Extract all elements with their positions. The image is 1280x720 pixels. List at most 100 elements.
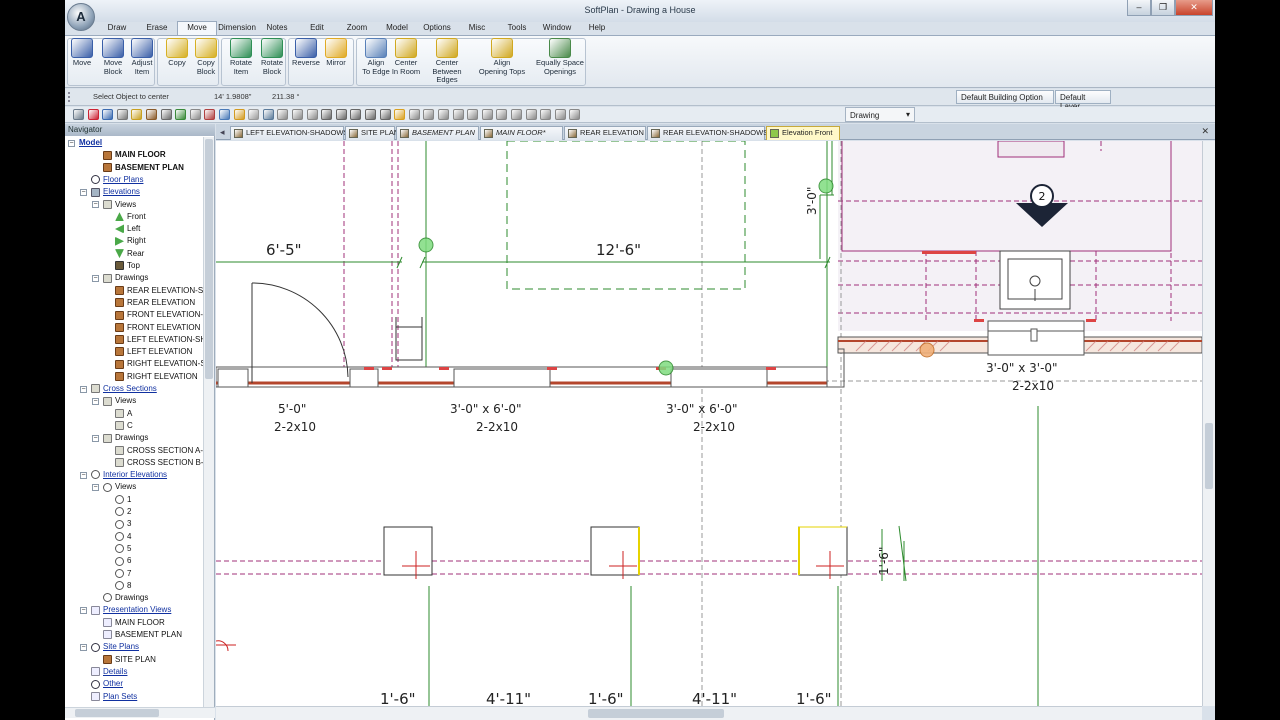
toolbar-tool-icon[interactable] — [496, 109, 508, 120]
tree-item-2[interactable]: 2 — [115, 506, 131, 518]
toolbar-tool-icon[interactable] — [277, 109, 289, 120]
tree-item-8[interactable]: 8 — [115, 580, 131, 592]
tree-expander-icon[interactable]: − — [80, 606, 87, 614]
tree-item-site-plan[interactable]: SITE PLAN — [103, 654, 156, 666]
dim-bottom-5[interactable]: 1'-6" — [796, 690, 832, 706]
toolbar-tool-icon[interactable] — [408, 109, 420, 120]
tree-item-front[interactable]: Front — [115, 211, 146, 223]
tree-item-basement-plan[interactable]: BASEMENT PLAN — [103, 629, 182, 641]
dim-3-0[interactable]: 3'-0" — [805, 187, 819, 215]
toolbar-tool-icon[interactable] — [438, 109, 449, 120]
maximize-button[interactable]: ❐ — [1151, 0, 1175, 16]
view-select[interactable]: Drawing ▾ — [845, 107, 915, 122]
tree-item-elevations[interactable]: Elevations — [91, 186, 140, 198]
drawing-tab-main-floor-[interactable]: MAIN FLOOR* — [480, 126, 563, 140]
drawing-canvas[interactable]: 2 6'-5" 12'-6" 3'-0" 5'-0" 2-2x10 3'-0" … — [216, 141, 1202, 706]
toolbar-tool-icon[interactable] — [87, 109, 99, 120]
tree-item-rear-elevation-sha[interactable]: REAR ELEVATION-SHA — [115, 285, 203, 297]
dim-3-0x6-0-a[interactable]: 3'-0" x 6'-0" — [450, 402, 522, 416]
tree-item-4[interactable]: 4 — [115, 531, 131, 543]
toolbar-tool-icon[interactable] — [350, 109, 362, 120]
tree-item-c[interactable]: C — [115, 420, 133, 432]
toolbar-tool-icon[interactable] — [292, 109, 303, 120]
tree-item-site-plans[interactable]: Site Plans — [91, 641, 139, 653]
toolbar-tool-icon[interactable] — [379, 109, 391, 120]
tree-item-main-floor[interactable]: MAIN FLOOR — [103, 617, 165, 629]
tree-item-basement-plan[interactable]: BASEMENT PLAN — [103, 162, 184, 174]
tree-expander-icon[interactable]: − — [80, 188, 87, 196]
canvas-horizontal-scrollbar[interactable] — [216, 706, 1202, 720]
toolbar-tool-icon[interactable] — [189, 109, 201, 120]
tree-item-main-floor[interactable]: MAIN FLOOR — [103, 149, 166, 161]
toolbar-tool-icon[interactable] — [554, 109, 566, 120]
minimize-button[interactable]: – — [1127, 0, 1151, 16]
toolbar-tool-icon[interactable] — [175, 109, 187, 120]
menu-tab-help[interactable]: Help — [577, 22, 617, 35]
ribbon-button-copy[interactable]: Copy — [162, 38, 192, 68]
toolbar-tool-icon[interactable] — [365, 109, 376, 120]
menu-tab-draw[interactable]: Draw — [97, 22, 137, 35]
tree-expander-icon[interactable]: − — [80, 643, 87, 651]
dim-3-0x3-0[interactable]: 3'-0" x 3'-0" — [986, 361, 1058, 375]
tree-item-6[interactable]: 6 — [115, 555, 131, 567]
layer-select[interactable]: Default Layer — [1055, 90, 1111, 111]
tree-item-details[interactable]: Details — [91, 666, 127, 678]
tree-expander-icon[interactable]: − — [92, 434, 99, 442]
toolbar-tool-icon[interactable] — [423, 109, 435, 120]
tree-item-views[interactable]: Views — [103, 481, 136, 493]
tree-item-7[interactable]: 7 — [115, 568, 131, 580]
dim-3-0x6-0-b[interactable]: 3'-0" x 6'-0" — [666, 402, 738, 416]
tab-scroll-left-icon[interactable]: ◂ — [220, 127, 225, 138]
ribbon-button-rotate-item[interactable]: Rotate Item — [226, 38, 256, 76]
dim-5-0-header[interactable]: 2-2x10 — [274, 420, 316, 434]
menu-tab-zoom[interactable]: Zoom — [337, 22, 377, 35]
menu-tab-misc[interactable]: Misc — [457, 22, 497, 35]
dim-6-5[interactable]: 6'-5" — [266, 241, 302, 259]
close-button[interactable]: ✕ — [1175, 0, 1213, 16]
dim-bottom-3[interactable]: 1'-6" — [588, 690, 624, 706]
tree-item-interior-elevations[interactable]: Interior Elevations — [91, 469, 167, 481]
toolbar-tool-icon[interactable] — [306, 109, 318, 120]
drawing-tab-left-elevation-shadows[interactable]: LEFT ELEVATION-SHADOWS — [230, 126, 349, 140]
dim-bottom-2[interactable]: 4'-11" — [486, 690, 531, 706]
toolbar-tool-icon[interactable] — [452, 109, 464, 120]
tree-item-right-elevation[interactable]: RIGHT ELEVATION — [115, 371, 198, 383]
tree-item-1[interactable]: 1 — [115, 494, 131, 506]
tree-item-rear-elevation[interactable]: REAR ELEVATION — [115, 297, 195, 309]
menu-tab-dimension[interactable]: Dimension — [217, 22, 257, 35]
tree-item-views[interactable]: Views — [103, 199, 136, 211]
drawing-tab-rear-elevation-shadows[interactable]: REAR ELEVATION-SHADOWS — [647, 126, 768, 140]
tree-item-drawings[interactable]: Drawings — [103, 592, 148, 604]
ribbon-button-rotate-block[interactable]: Rotate Block — [257, 38, 287, 76]
ribbon-button-align-opening-tops[interactable]: Align Opening Tops — [476, 38, 528, 76]
toolbar-tool-icon[interactable] — [204, 109, 216, 120]
tree-item-3[interactable]: 3 — [115, 518, 131, 530]
toolbar-tool-icon[interactable] — [321, 109, 333, 120]
tree-item-left-elevation[interactable]: LEFT ELEVATION — [115, 346, 192, 358]
dim-3-0x6-0-b-header[interactable]: 2-2x10 — [693, 420, 735, 434]
ribbon-button-move-block[interactable]: Move Block — [98, 38, 128, 76]
ribbon-button-center-between-edges[interactable]: Center Between Edges — [421, 38, 473, 85]
ribbon-button-move[interactable]: Move — [67, 38, 97, 68]
drawing-tab-site-plan[interactable]: SITE PLAN — [345, 126, 399, 140]
toolbar-tool-icon[interactable] — [102, 109, 114, 120]
navigator-vertical-scrollbar[interactable] — [203, 137, 214, 707]
tree-item-drawings[interactable]: Drawings — [103, 432, 148, 444]
ribbon-button-align-to-edge[interactable]: Align To Edge — [361, 38, 391, 76]
dim-5-0[interactable]: 5'-0" — [278, 402, 306, 416]
tree-expander-icon[interactable]: − — [92, 483, 99, 491]
tree-item-cross-section-b-b[interactable]: CROSS SECTION B-B — [115, 457, 203, 469]
toolbar-tool-icon[interactable] — [219, 109, 230, 120]
dim-12-6[interactable]: 12'-6" — [596, 241, 641, 259]
toolbar-tool-icon[interactable] — [525, 109, 537, 120]
building-option-select[interactable]: Default Building Option — [956, 90, 1054, 104]
tree-item-cross-section-a-a[interactable]: CROSS SECTION A-A — [115, 445, 203, 457]
toolbar-tool-icon[interactable] — [262, 109, 274, 120]
tree-item-views[interactable]: Views — [103, 395, 136, 407]
ribbon-button-mirror[interactable]: Mirror — [321, 38, 351, 68]
dim-bottom-4[interactable]: 4'-11" — [692, 690, 737, 706]
tree-expander-icon[interactable]: − — [92, 201, 99, 208]
toolbar-tool-icon[interactable] — [248, 109, 260, 120]
tree-item-5[interactable]: 5 — [115, 543, 131, 555]
dim-bottom-1[interactable]: 1'-6" — [380, 690, 416, 706]
